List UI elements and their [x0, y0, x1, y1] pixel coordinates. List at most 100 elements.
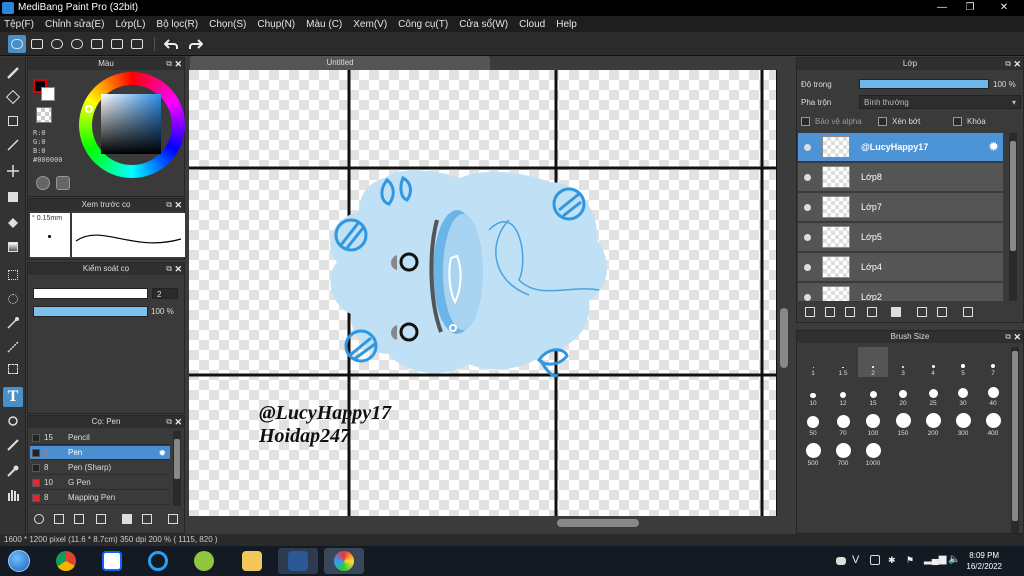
merge-layer-icon[interactable]: [935, 305, 949, 319]
gear-icon[interactable]: ✹: [158, 446, 166, 460]
ime-indicator[interactable]: V: [852, 554, 859, 566]
select-eraser-tool-icon[interactable]: [3, 359, 23, 379]
chrome-icon[interactable]: [46, 548, 86, 574]
layer-row[interactable]: @LucyHappy17 ✹: [798, 133, 1003, 162]
medibang-icon[interactable]: [324, 548, 364, 574]
list-icon[interactable]: [108, 35, 126, 53]
drawing-canvas[interactable]: @LucyHappy17 Hoidap247: [189, 70, 777, 516]
eraser-tool-icon[interactable]: [3, 87, 23, 107]
brush-size-scrollbar[interactable]: [1011, 347, 1019, 533]
cloud-icon[interactable]: [8, 35, 26, 53]
brush-size-option[interactable]: 25: [918, 377, 948, 407]
brush-size-option[interactable]: 15: [858, 377, 888, 407]
bluetooth-icon[interactable]: ✱: [888, 555, 896, 566]
menu-select[interactable]: Chọn(S): [209, 19, 246, 30]
comment-icon[interactable]: [68, 35, 86, 53]
undo-icon[interactable]: [162, 35, 180, 53]
brush-list-scrollbar[interactable]: [173, 431, 181, 506]
popout-icon[interactable]: ⧉: [1005, 331, 1011, 343]
canvas-area[interactable]: @LucyHappy17 Hoidap247: [189, 70, 777, 516]
brush-size-option[interactable]: 100: [858, 407, 888, 437]
saturation-value-square[interactable]: [101, 94, 161, 154]
eye-icon[interactable]: [804, 174, 811, 181]
lasso-tool-icon[interactable]: [3, 289, 23, 309]
close-icon[interactable]: ✕: [174, 416, 182, 428]
color-history-icon[interactable]: [56, 176, 70, 190]
folder-icon[interactable]: [232, 548, 272, 574]
background-color-swatch[interactable]: [41, 87, 55, 101]
brush-size-option[interactable]: 20: [888, 377, 918, 407]
menu-edit[interactable]: Chỉnh sửa(E): [45, 19, 105, 30]
eye-icon[interactable]: [804, 264, 811, 271]
green-app-icon[interactable]: [184, 548, 224, 574]
clock[interactable]: 8:09 PM 16/2/2022: [966, 550, 1002, 572]
layer-opacity-slider[interactable]: [859, 79, 989, 89]
brush-size-option[interactable]: 70: [828, 407, 858, 437]
redo-icon[interactable]: [187, 35, 205, 53]
word-icon[interactable]: [278, 548, 318, 574]
brush-tool-icon[interactable]: [3, 63, 23, 83]
brush-size-option[interactable]: 2: [858, 347, 888, 377]
layer-row[interactable]: Lớp2: [798, 283, 1003, 301]
menu-window[interactable]: Cửa sổ(W): [459, 19, 508, 30]
popout-icon[interactable]: ⧉: [166, 58, 172, 70]
hand-tool-icon[interactable]: [3, 485, 23, 505]
gradient-tool-icon[interactable]: [3, 237, 23, 257]
brush-size-option[interactable]: 4: [918, 347, 948, 377]
hue-picker-handle[interactable]: [85, 105, 93, 113]
brush-size-option[interactable]: 1.5: [828, 347, 858, 377]
folder-icon[interactable]: [120, 512, 134, 526]
eyedropper-tool-icon[interactable]: [3, 461, 23, 481]
menu-view[interactable]: Xem(V): [353, 19, 387, 30]
brush-size-option[interactable]: 1000: [858, 437, 888, 467]
eye-icon[interactable]: [804, 294, 811, 301]
brush-item-pencil[interactable]: 15 Pencil: [30, 431, 170, 445]
menu-help[interactable]: Help: [556, 19, 577, 30]
duplicate-icon[interactable]: [140, 512, 154, 526]
brush-size-option[interactable]: 400: [978, 407, 1008, 437]
cloud-download-icon[interactable]: [32, 512, 46, 526]
menu-layer[interactable]: Lớp(L): [116, 19, 146, 30]
page-icon[interactable]: [128, 35, 146, 53]
operation-tool-icon[interactable]: [3, 411, 23, 431]
menu-filter[interactable]: Bộ lọc(R): [156, 19, 198, 30]
zalo-icon[interactable]: [92, 548, 132, 574]
brush-size-option[interactable]: 700: [828, 437, 858, 467]
menu-file[interactable]: Tệp(F): [4, 19, 34, 30]
network-icon[interactable]: ▂▄▆: [924, 554, 946, 565]
layer-row[interactable]: Lớp4: [798, 253, 1003, 282]
text-tool-icon[interactable]: T: [3, 387, 23, 407]
menu-cloud[interactable]: Cloud: [519, 19, 545, 30]
brush-size-option[interactable]: 10: [798, 377, 828, 407]
divide-tool-icon[interactable]: [3, 435, 23, 455]
brush-size-option[interactable]: 500: [798, 437, 828, 467]
brush-size-option[interactable]: 150: [888, 407, 918, 437]
lock-checkbox[interactable]: [953, 117, 962, 126]
minimize-button[interactable]: —: [928, 0, 956, 16]
brush-size-option[interactable]: 1: [798, 347, 828, 377]
document-tab[interactable]: Untitled: [190, 56, 490, 70]
trash-icon[interactable]: [961, 305, 975, 319]
brush-size-option[interactable]: 40: [978, 377, 1008, 407]
brush-size-option[interactable]: 12: [828, 377, 858, 407]
start-button[interactable]: [4, 548, 34, 574]
brush-size-option[interactable]: 3: [888, 347, 918, 377]
brush-size-option[interactable]: 50: [798, 407, 828, 437]
close-button[interactable]: ✕: [984, 0, 1024, 16]
canvas-vertical-scrollbar[interactable]: [777, 70, 791, 516]
brush-size-option[interactable]: 300: [948, 407, 978, 437]
brush-size-option[interactable]: 30: [948, 377, 978, 407]
add-brush-icon[interactable]: [72, 512, 86, 526]
layer-menu-icon[interactable]: [865, 305, 879, 319]
menu-color[interactable]: Màu (C): [306, 19, 342, 30]
close-icon[interactable]: ✕: [1013, 331, 1021, 343]
layer-row[interactable]: Lớp7: [798, 193, 1003, 222]
canvas-horizontal-scrollbar[interactable]: [189, 516, 777, 530]
blend-mode-select[interactable]: Bình thường ▾: [859, 95, 1021, 109]
popout-icon[interactable]: ⧉: [166, 416, 172, 428]
close-icon[interactable]: ✕: [174, 58, 182, 70]
new-layer-icon[interactable]: [803, 305, 817, 319]
eye-icon[interactable]: [804, 204, 811, 211]
brush-menu-icon[interactable]: [94, 512, 108, 526]
upload-icon[interactable]: [28, 35, 46, 53]
